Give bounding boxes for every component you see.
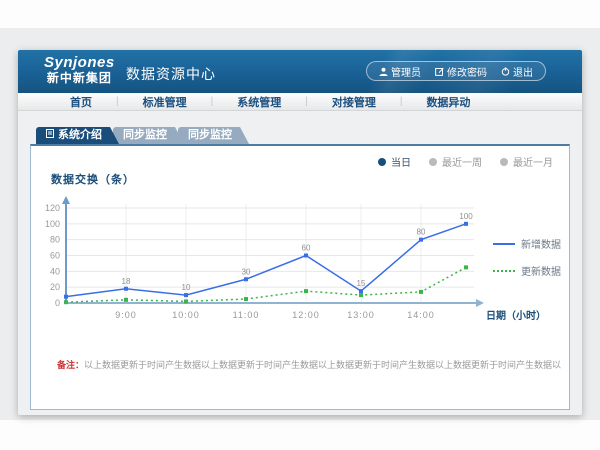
svg-text:30: 30: [242, 267, 251, 276]
company-logo: Synjones 新中新集团: [44, 55, 115, 85]
radio-dot-icon: [378, 158, 386, 166]
period-option-today[interactable]: 当日: [378, 154, 411, 169]
footnote-label: 备注：: [57, 360, 84, 370]
y-axis-title: 数据交换（条）: [51, 171, 135, 187]
user-icon: [379, 67, 388, 76]
chart-panel: 当日 最近一周 最近一月 数据交换（条） 0 20 40 60 80 100 120 9:00…: [30, 144, 570, 410]
svg-text:80: 80: [417, 228, 426, 237]
user-menu-admin[interactable]: 管理员: [379, 64, 421, 79]
svg-text:13:00: 13:00: [347, 310, 375, 320]
green-dotted-sample-icon: [493, 270, 515, 272]
period-option-last-month[interactable]: 最近一月: [500, 154, 553, 169]
app-window: Synjones 新中新集团 数据资源中心 管理员 修改密码 退出: [18, 50, 582, 415]
svg-text:10:00: 10:00: [172, 310, 200, 320]
nav-item-system-management[interactable]: 系统管理: [213, 94, 305, 110]
line-chart: 0 20 40 60 80 100 120 9:00 10:00 11:00 12:00 13:00 1…: [39, 192, 551, 330]
user-menu: 管理员 修改密码 退出: [366, 61, 546, 81]
svg-text:100: 100: [45, 219, 60, 229]
svg-text:14:00: 14:00: [407, 310, 435, 320]
edit-icon: [435, 67, 444, 76]
radio-dot-icon: [429, 158, 437, 166]
power-icon: [501, 67, 510, 76]
svg-text:120: 120: [45, 203, 60, 213]
legend-item-updated-data: 更新数据: [493, 263, 561, 278]
nav-item-home[interactable]: 首页: [46, 94, 116, 110]
tab-sync-monitor-1[interactable]: 同步监控: [113, 127, 184, 144]
period-option-last-week[interactable]: 最近一周: [429, 154, 482, 169]
svg-text:15: 15: [357, 279, 366, 288]
app-header: Synjones 新中新集团 数据资源中心 管理员 修改密码 退出: [18, 50, 582, 93]
svg-text:0: 0: [55, 298, 60, 308]
svg-text:9:00: 9:00: [115, 310, 137, 320]
svg-text:11:00: 11:00: [233, 310, 260, 320]
tab-sync-monitor-2[interactable]: 同步监控: [178, 127, 249, 144]
main-navigation: 首页 | 标准管理 | 系统管理 | 对接管理 | 数据异动: [18, 93, 582, 111]
nav-item-standard-management[interactable]: 标准管理: [119, 94, 211, 110]
logo-english: Synjones: [44, 55, 115, 72]
blue-line-sample-icon: [493, 243, 515, 245]
footnote-text: 以上数据更新于时间产生数据以上数据更新于时间产生数据以上数据更新于时间产生数据以…: [84, 360, 561, 370]
footnote: 备注：以上数据更新于时间产生数据以上数据更新于时间产生数据以上数据更新于时间产生…: [57, 358, 561, 371]
legend-item-new-data: 新增数据: [493, 236, 561, 251]
svg-text:日期（小时）: 日期（小时）: [486, 309, 546, 322]
logout-button[interactable]: 退出: [501, 64, 533, 79]
svg-text:80: 80: [50, 235, 60, 245]
nav-item-interface-management[interactable]: 对接管理: [308, 94, 400, 110]
svg-text:10: 10: [182, 283, 191, 292]
svg-text:40: 40: [50, 266, 60, 276]
chart-legend: 新增数据 更新数据: [493, 236, 561, 290]
svg-text:60: 60: [302, 244, 311, 253]
svg-text:60: 60: [50, 251, 60, 261]
period-radio-group: 当日 最近一周 最近一月: [378, 154, 553, 169]
logo-chinese: 新中新集团: [44, 72, 115, 85]
page-title: 数据资源中心: [126, 64, 216, 84]
svg-text:18: 18: [122, 277, 131, 286]
change-password-button[interactable]: 修改密码: [435, 64, 487, 79]
svg-text:12:00: 12:00: [292, 310, 320, 320]
document-icon: [46, 127, 54, 144]
svg-text:100: 100: [459, 212, 473, 221]
tab-bar: 系统介绍 同步监控 同步监控: [36, 127, 243, 144]
tab-system-intro[interactable]: 系统介绍: [36, 127, 119, 144]
nav-item-data-change[interactable]: 数据异动: [402, 94, 494, 110]
svg-text:20: 20: [50, 282, 60, 292]
radio-dot-icon: [500, 158, 508, 166]
